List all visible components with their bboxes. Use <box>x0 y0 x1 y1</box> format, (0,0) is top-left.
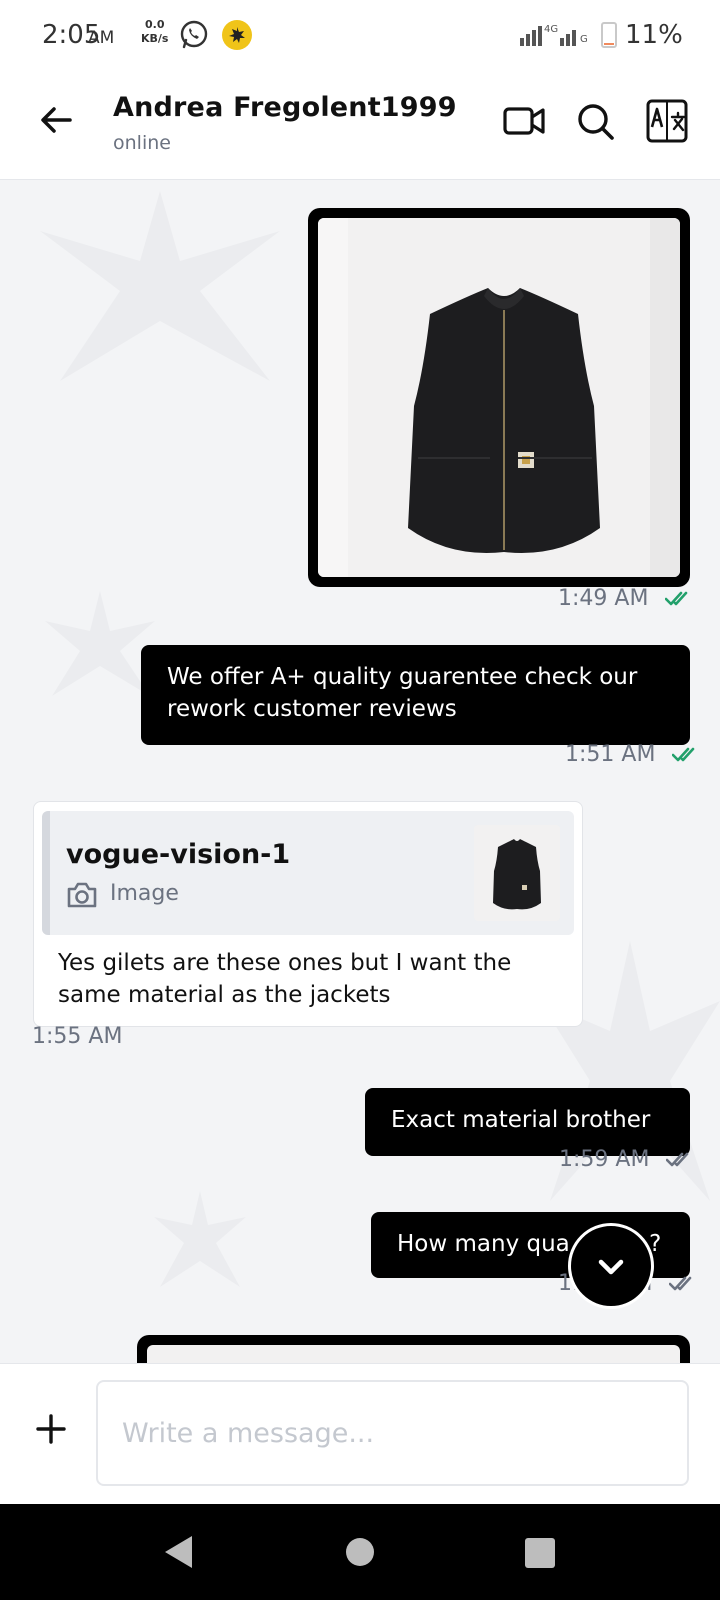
background-pattern-icon <box>40 191 280 381</box>
message-time-clipped <box>556 181 563 190</box>
whatsapp-icon <box>180 20 208 49</box>
network-label-g: G <box>580 34 588 45</box>
battery-icon <box>601 22 617 48</box>
presence-status: online <box>113 132 171 154</box>
scroll-to-bottom-button[interactable] <box>568 1223 654 1309</box>
nav-back-icon[interactable] <box>162 1534 194 1570</box>
message-text: Exact material brother <box>391 1107 651 1133</box>
status-bar: 2:05 AM 0.0 KB/s 4G G 11% <box>0 0 720 72</box>
network-speed-unit: KB/s <box>141 32 169 45</box>
message-time: 1:59 AM <box>559 1147 694 1172</box>
nav-home-icon[interactable] <box>346 1538 374 1566</box>
background-pattern-icon <box>154 1191 246 1287</box>
contact-name[interactable]: Andrea Fregolent1999 <box>113 92 457 123</box>
chat-header: Andrea Fregolent1999 online <box>0 72 720 180</box>
quoted-message[interactable]: vogue-vision-1 Image <box>42 811 574 935</box>
signal-icon: 4G G <box>520 24 588 46</box>
status-ampm: AM <box>88 28 115 48</box>
image-message-partial[interactable] <box>137 1335 690 1363</box>
battery-percent: 11% <box>625 20 683 50</box>
message-time-text: 1:49 AM <box>558 586 649 611</box>
message-text: How many qua <box>397 1231 570 1257</box>
message-text-line: We offer A+ quality guarentee check our <box>167 664 638 690</box>
network-label-4g: 4G <box>544 24 558 35</box>
app-notification-icon <box>222 20 252 50</box>
message-text-line: same material as the jackets <box>58 982 391 1008</box>
message-input[interactable] <box>96 1380 689 1486</box>
message-time: 1:51 AM <box>565 742 700 767</box>
quoted-type: Image <box>110 881 179 906</box>
system-nav-bar <box>0 1504 720 1600</box>
quoted-thumbnail <box>474 825 560 921</box>
outgoing-message[interactable]: We offer A+ quality guarentee check our … <box>141 645 690 745</box>
message-time: 1:49 AM <box>558 586 693 611</box>
quoted-sender: vogue-vision-1 <box>66 839 291 870</box>
outgoing-message[interactable]: Exact material brother <box>365 1088 690 1156</box>
read-ticks-icon <box>672 747 695 762</box>
message-text: Yes gilets are these ones but I want the… <box>58 947 562 1011</box>
attach-plus-icon[interactable] <box>36 1414 66 1444</box>
vest-illustration-icon <box>318 218 680 577</box>
back-arrow-icon[interactable] <box>36 100 76 140</box>
message-composer <box>0 1363 720 1504</box>
delivered-ticks-icon <box>666 1152 689 1167</box>
message-text-line: rework customer reviews <box>167 696 457 722</box>
nav-recents-icon[interactable] <box>525 1538 555 1568</box>
vest-image[interactable] <box>318 218 680 577</box>
camera-icon <box>67 882 97 908</box>
message-time-text: 1:51 AM <box>565 742 656 767</box>
message-text-line: Yes gilets are these ones but I want the <box>58 950 512 976</box>
chevron-down-icon <box>598 1259 624 1275</box>
network-speed-value: 0.0 <box>144 18 165 31</box>
message-list[interactable]: 1:49 AM We offer A+ quality guarentee ch… <box>0 181 720 1363</box>
image-message[interactable] <box>308 208 690 587</box>
translate-icon[interactable] <box>646 99 688 143</box>
message-time-text: 1:59 AM <box>559 1147 650 1172</box>
network-speed: 0.0 KB/s <box>141 18 168 46</box>
read-ticks-icon <box>665 591 688 606</box>
incoming-message[interactable]: vogue-vision-1 Image Yes gilets are thes… <box>33 801 583 1027</box>
image-preview[interactable] <box>147 1345 680 1363</box>
video-call-icon[interactable] <box>503 104 545 138</box>
battery-level <box>604 42 614 45</box>
vest-thumbnail-icon <box>493 839 541 910</box>
search-icon[interactable] <box>577 102 615 142</box>
delivered-ticks-icon <box>669 1276 692 1291</box>
message-time: 1:55 AM <box>32 1024 123 1049</box>
